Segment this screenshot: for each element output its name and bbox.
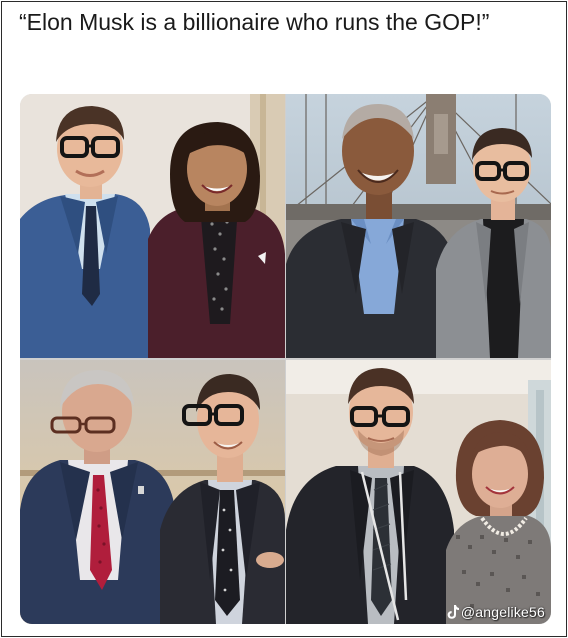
photo-collage: @angelike56 [20,94,551,624]
watermark-handle: @angelike56 [460,604,545,620]
photo-top-right [286,94,551,358]
photo-bottom-left [20,360,285,624]
tiktok-logo-icon [447,605,459,619]
meme-frame: “Elon Musk is a billionaire who runs the… [1,1,567,637]
tiktok-watermark: @angelike56 [447,604,545,620]
meme-caption: “Elon Musk is a billionaire who runs the… [19,9,490,35]
photo-bottom-right [286,360,551,624]
photo-top-left [20,94,285,358]
